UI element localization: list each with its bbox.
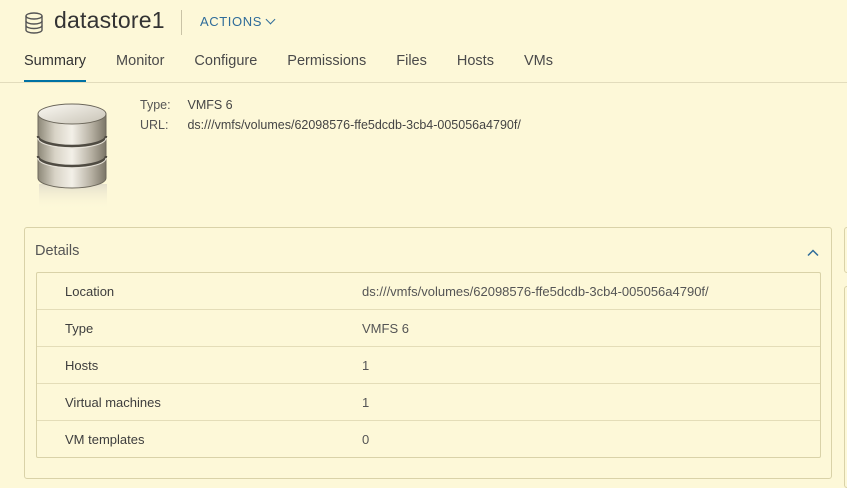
details-label: Location [65,284,115,299]
page-title: datastore1 [54,7,165,33]
details-row-type: Type VMFS 6 [37,310,820,347]
url-row: URL: ds:///vmfs/volumes/62098576-ffe5dcd… [140,115,521,135]
actions-label: ACTIONS [200,14,262,29]
details-row-vm-templates: VM templates 0 [37,421,820,457]
details-value: VMFS 6 [362,321,409,336]
tab-files[interactable]: Files [396,53,427,80]
header-divider [181,10,182,35]
actions-menu-button[interactable]: ACTIONS [200,14,276,29]
url-label: URL: [140,118,169,132]
tab-bar-divider [0,82,847,83]
details-value: 1 [362,395,370,410]
details-row-location: Location ds:///vmfs/volumes/62098576-ffe… [37,273,820,310]
type-value: VMFS 6 [187,98,233,112]
details-row-virtual-machines: Virtual machines 1 [37,384,820,421]
tab-bar: Summary Monitor Configure Permissions Fi… [24,53,583,83]
tab-permissions[interactable]: Permissions [287,53,366,80]
chevron-down-icon [265,14,276,25]
details-row-hosts: Hosts 1 [37,347,820,384]
details-label: VM templates [65,432,145,447]
datastore-image [34,100,114,212]
chevron-up-icon[interactable] [807,246,819,258]
details-table: Location ds:///vmfs/volumes/62098576-ffe… [36,272,821,458]
type-row: Type: VMFS 6 [140,95,521,115]
details-label: Virtual machines [65,395,161,410]
tab-configure[interactable]: Configure [194,53,257,80]
datastore-icon [24,12,44,34]
tab-summary[interactable]: Summary [24,53,87,83]
page-header: datastore1 ACTIONS [0,0,847,44]
details-value: ds:///vmfs/volumes/62098576-ffe5dcdb-3cb… [362,284,709,299]
details-value: 0 [362,432,370,447]
url-value: ds:///vmfs/volumes/62098576-ffe5dcdb-3cb… [187,118,521,132]
details-card-title: Details [35,243,80,259]
type-label: Type: [140,98,171,112]
summary-properties: Type: VMFS 6 URL: ds:///vmfs/volumes/620… [140,95,521,135]
tab-monitor[interactable]: Monitor [116,53,164,80]
details-value: 1 [362,358,370,373]
tab-vms[interactable]: VMs [524,53,553,80]
details-label: Type [65,321,94,336]
tab-hosts[interactable]: Hosts [457,53,494,80]
details-label: Hosts [65,358,99,373]
details-card: Details Location ds:///vmfs/volumes/6209… [24,227,832,479]
